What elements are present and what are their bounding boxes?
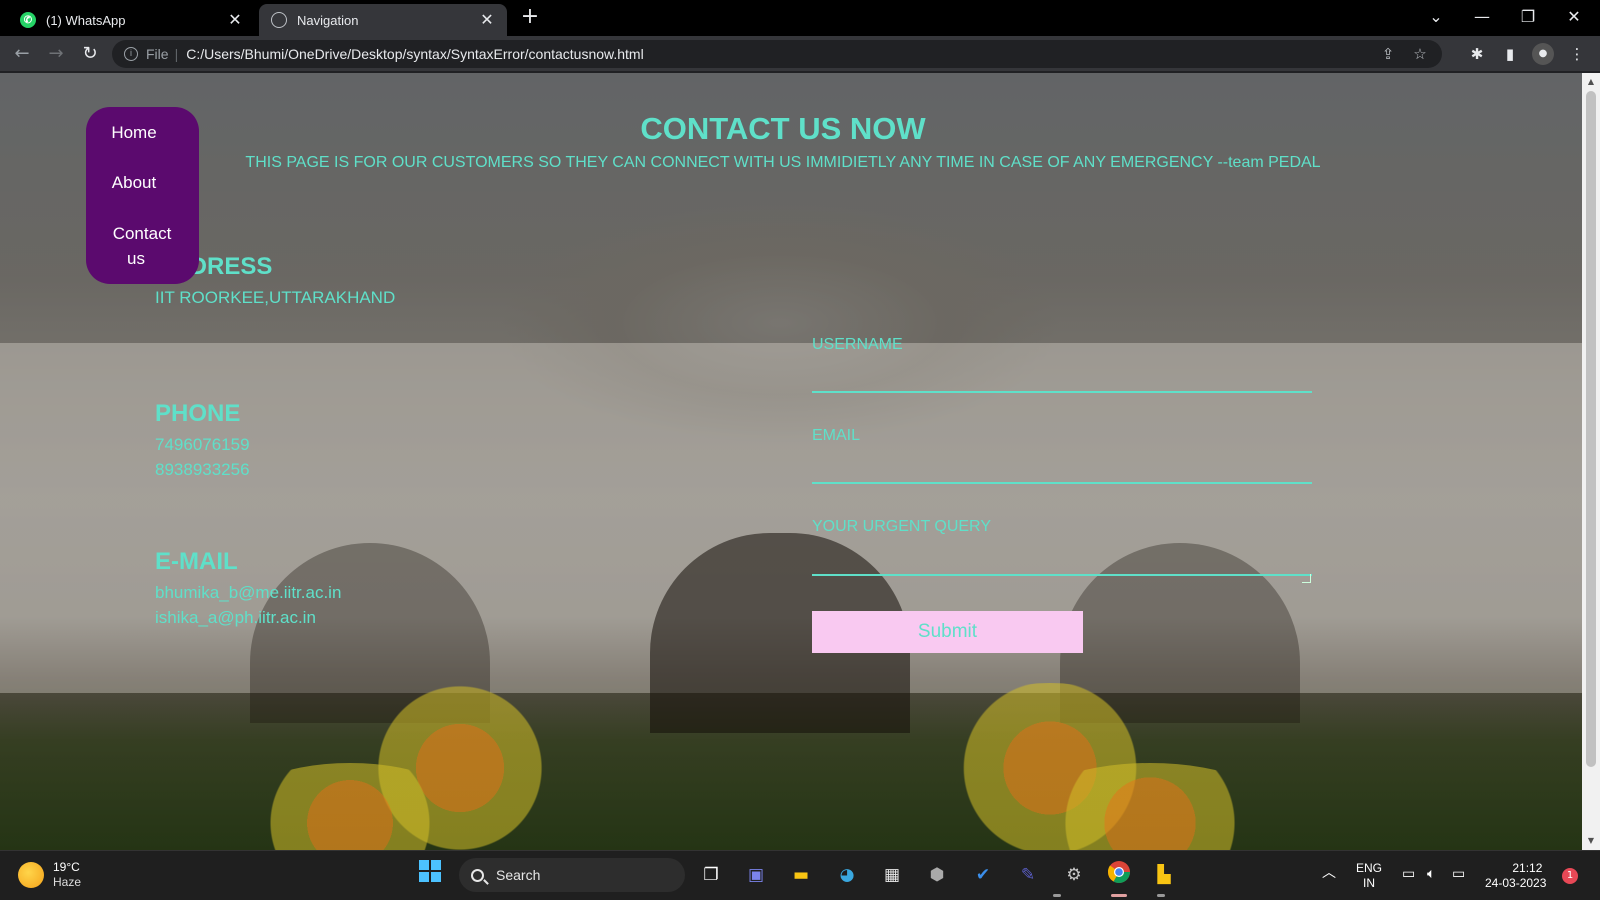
store-icon[interactable]: ▦ bbox=[877, 860, 907, 890]
tab-close-icon[interactable]: ✕ bbox=[227, 10, 243, 30]
tab-title: (1) WhatsApp bbox=[46, 12, 126, 28]
share-icon[interactable]: ⇪ bbox=[1378, 45, 1398, 63]
username-label: USERNAME bbox=[812, 336, 903, 353]
page-viewport: CONTACT US NOW THIS PAGE IS FOR OUR CUST… bbox=[0, 73, 1582, 850]
query-textarea[interactable] bbox=[812, 546, 1312, 576]
phone-title: PHONE bbox=[155, 400, 241, 427]
minimize-button[interactable]: — bbox=[1460, 4, 1504, 30]
restore-button[interactable]: ❐ bbox=[1506, 4, 1550, 30]
url-scheme: File bbox=[146, 46, 169, 62]
reload-button[interactable]: ↻ bbox=[78, 42, 102, 66]
nav-home-link[interactable]: Home bbox=[86, 123, 182, 143]
tab-title: Navigation bbox=[297, 12, 359, 28]
scroll-down-icon[interactable]: ▼ bbox=[1582, 836, 1600, 845]
nav-contact-link[interactable]: Contact bbox=[92, 224, 192, 244]
globe-icon bbox=[271, 12, 287, 28]
region-code: IN bbox=[1363, 876, 1375, 890]
forward-button[interactable]: → bbox=[44, 42, 68, 66]
page-scrollbar[interactable]: ▲ ▼ bbox=[1582, 73, 1600, 850]
submit-button[interactable]: Submit bbox=[812, 611, 1083, 653]
nav-contact-link-line2[interactable]: us bbox=[86, 249, 186, 269]
battery-icon[interactable]: ▭ bbox=[1452, 866, 1465, 881]
browser-toolbar: ← → ↻ i File | C:/Users/Bhumi/OneDrive/D… bbox=[0, 36, 1600, 72]
tab-close-icon[interactable]: ✕ bbox=[479, 10, 495, 30]
taskbar-search[interactable]: Search bbox=[459, 858, 685, 892]
running-indicator bbox=[1157, 894, 1165, 897]
tab-strip: ✆ (1) WhatsApp ✕ Navigation ✕ + ⌄ — ❐ ✕ bbox=[0, 0, 1600, 36]
scrollbar-thumb[interactable] bbox=[1586, 91, 1596, 767]
phone-number: 7496076159 bbox=[155, 435, 250, 454]
scroll-up-icon[interactable]: ▲ bbox=[1582, 77, 1600, 86]
file-explorer-icon[interactable]: ▬ bbox=[786, 860, 816, 890]
chrome-icon[interactable] bbox=[1104, 860, 1134, 890]
clock-date: 24-03-2023 bbox=[1485, 876, 1547, 890]
url-separator: | bbox=[174, 46, 179, 62]
weather-widget[interactable]: 19°C Haze bbox=[18, 860, 81, 890]
username-input[interactable] bbox=[812, 363, 1312, 393]
email-label: EMAIL bbox=[812, 427, 861, 444]
menu-kebab-icon[interactable]: ⋮ bbox=[1566, 43, 1588, 65]
page-subtitle: THIS PAGE IS FOR OUR CUSTOMERS SO THEY C… bbox=[245, 154, 1321, 171]
nav-menu: Home About Contact us bbox=[86, 107, 199, 284]
url-text[interactable]: C:/Users/Bhumi/OneDrive/Desktop/syntax/S… bbox=[186, 46, 1366, 62]
settings-gear-icon[interactable]: ⚙ bbox=[1059, 860, 1089, 890]
clock[interactable]: 21:12 24-03-2023 bbox=[1485, 861, 1546, 891]
profile-avatar[interactable]: ● bbox=[1532, 43, 1554, 65]
tab-search-icon[interactable]: ⌄ bbox=[1414, 4, 1458, 30]
search-label: Search bbox=[496, 867, 541, 883]
query-label: YOUR URGENT QUERY bbox=[812, 518, 991, 535]
site-info-icon[interactable]: i bbox=[124, 47, 138, 61]
email-title: E-MAIL bbox=[155, 548, 238, 575]
weather-haze-icon bbox=[18, 862, 44, 888]
page-title: CONTACT US NOW bbox=[640, 111, 926, 146]
volume-muted-icon[interactable]: 🔈︎ bbox=[1427, 866, 1435, 881]
clock-time: 21:12 bbox=[1512, 861, 1543, 875]
notification-badge[interactable]: 1 bbox=[1562, 868, 1578, 884]
email-address: bhumika_b@me.iitr.ac.in bbox=[155, 583, 342, 602]
language-code: ENG bbox=[1356, 861, 1383, 875]
back-button[interactable]: ← bbox=[10, 42, 34, 66]
new-tab-button[interactable]: + bbox=[518, 6, 542, 30]
tray-chevron-icon[interactable]: ︿ bbox=[1322, 865, 1336, 880]
extensions-icon[interactable]: ✱ bbox=[1466, 43, 1488, 65]
email-input[interactable] bbox=[812, 454, 1312, 484]
weather-temp: 19°C bbox=[53, 860, 80, 874]
language-indicator[interactable]: ENG IN bbox=[1356, 861, 1382, 891]
tab-navigation[interactable]: Navigation ✕ bbox=[259, 4, 507, 36]
running-indicator bbox=[1053, 894, 1061, 897]
app-hexagon-icon[interactable]: ⬢ bbox=[922, 860, 952, 890]
teams-chat-icon[interactable]: ▣ bbox=[741, 860, 771, 890]
address-value: IIT ROORKEE,UTTARAKHAND bbox=[155, 288, 396, 307]
email-address: ishika_a@ph.iitr.ac.in bbox=[155, 608, 316, 627]
bookmark-star-icon[interactable]: ☆ bbox=[1410, 45, 1430, 63]
side-panel-icon[interactable]: ▮ bbox=[1499, 43, 1521, 65]
nav-about-link[interactable]: About bbox=[86, 173, 182, 193]
app-pen-icon[interactable]: ✎ bbox=[1013, 860, 1043, 890]
phone-number: 8938933256 bbox=[155, 460, 250, 479]
address-bar[interactable]: i File | C:/Users/Bhumi/OneDrive/Desktop… bbox=[112, 40, 1442, 68]
sticky-notes-icon[interactable]: ▙ bbox=[1149, 860, 1179, 890]
todo-check-icon[interactable]: ✔ bbox=[968, 860, 998, 890]
search-icon bbox=[471, 868, 484, 882]
active-indicator bbox=[1111, 894, 1127, 897]
windows-start-icon[interactable] bbox=[415, 860, 445, 890]
edge-icon[interactable]: ◕ bbox=[832, 860, 862, 890]
taskbar: 19°C Haze Search ❐ ▣ ▬ ◕ ▦ ⬢ ✔ ✎ ⚙ ▙ ︿ E… bbox=[0, 850, 1600, 900]
tab-whatsapp[interactable]: ✆ (1) WhatsApp ✕ bbox=[8, 4, 255, 36]
weather-condition: Haze bbox=[53, 875, 82, 889]
task-view-icon[interactable]: ❐ bbox=[696, 860, 726, 890]
resize-handle-icon[interactable] bbox=[1302, 574, 1311, 583]
whatsapp-icon: ✆ bbox=[20, 12, 36, 28]
network-icon[interactable]: ▭ bbox=[1402, 866, 1415, 881]
close-window-button[interactable]: ✕ bbox=[1552, 4, 1596, 30]
